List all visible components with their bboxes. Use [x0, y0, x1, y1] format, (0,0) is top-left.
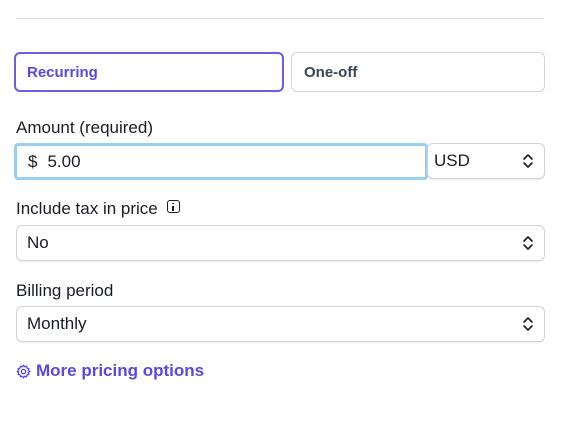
pricing-form: Recurring One-off Amount (required) $ 5.… — [0, 0, 562, 426]
billing-period-select[interactable]: Monthly — [16, 306, 545, 342]
more-pricing-options-link[interactable]: More pricing options — [16, 361, 204, 381]
one-off-toggle[interactable]: One-off — [291, 52, 545, 92]
amount-label: Amount (required) — [16, 118, 154, 137]
tax-label: Include tax in price — [16, 199, 180, 219]
gear-icon — [16, 363, 31, 379]
recurring-label: Recurring — [27, 63, 98, 81]
currency-select[interactable]: USD — [427, 143, 545, 179]
tax-value: No — [27, 233, 49, 252]
tax-select[interactable]: No — [16, 225, 545, 261]
chevron-updown-icon — [523, 154, 533, 168]
recurring-toggle[interactable]: Recurring — [14, 52, 284, 92]
billing-label: Billing period — [16, 281, 114, 300]
chevron-updown-icon — [523, 236, 533, 250]
tax-label-text: Include tax in price — [16, 199, 158, 218]
one-off-label: One-off — [304, 63, 358, 81]
chevron-updown-icon — [523, 317, 533, 331]
top-divider — [16, 18, 544, 19]
more-pricing-options-label: More pricing options — [36, 361, 205, 380]
currency-symbol: $ — [28, 151, 38, 171]
amount-input[interactable]: $ 5.00 — [14, 143, 428, 180]
info-icon[interactable] — [166, 200, 180, 213]
amount-value: 5.00 — [47, 151, 81, 171]
currency-value: USD — [434, 151, 470, 170]
billing-value: Monthly — [27, 314, 87, 333]
